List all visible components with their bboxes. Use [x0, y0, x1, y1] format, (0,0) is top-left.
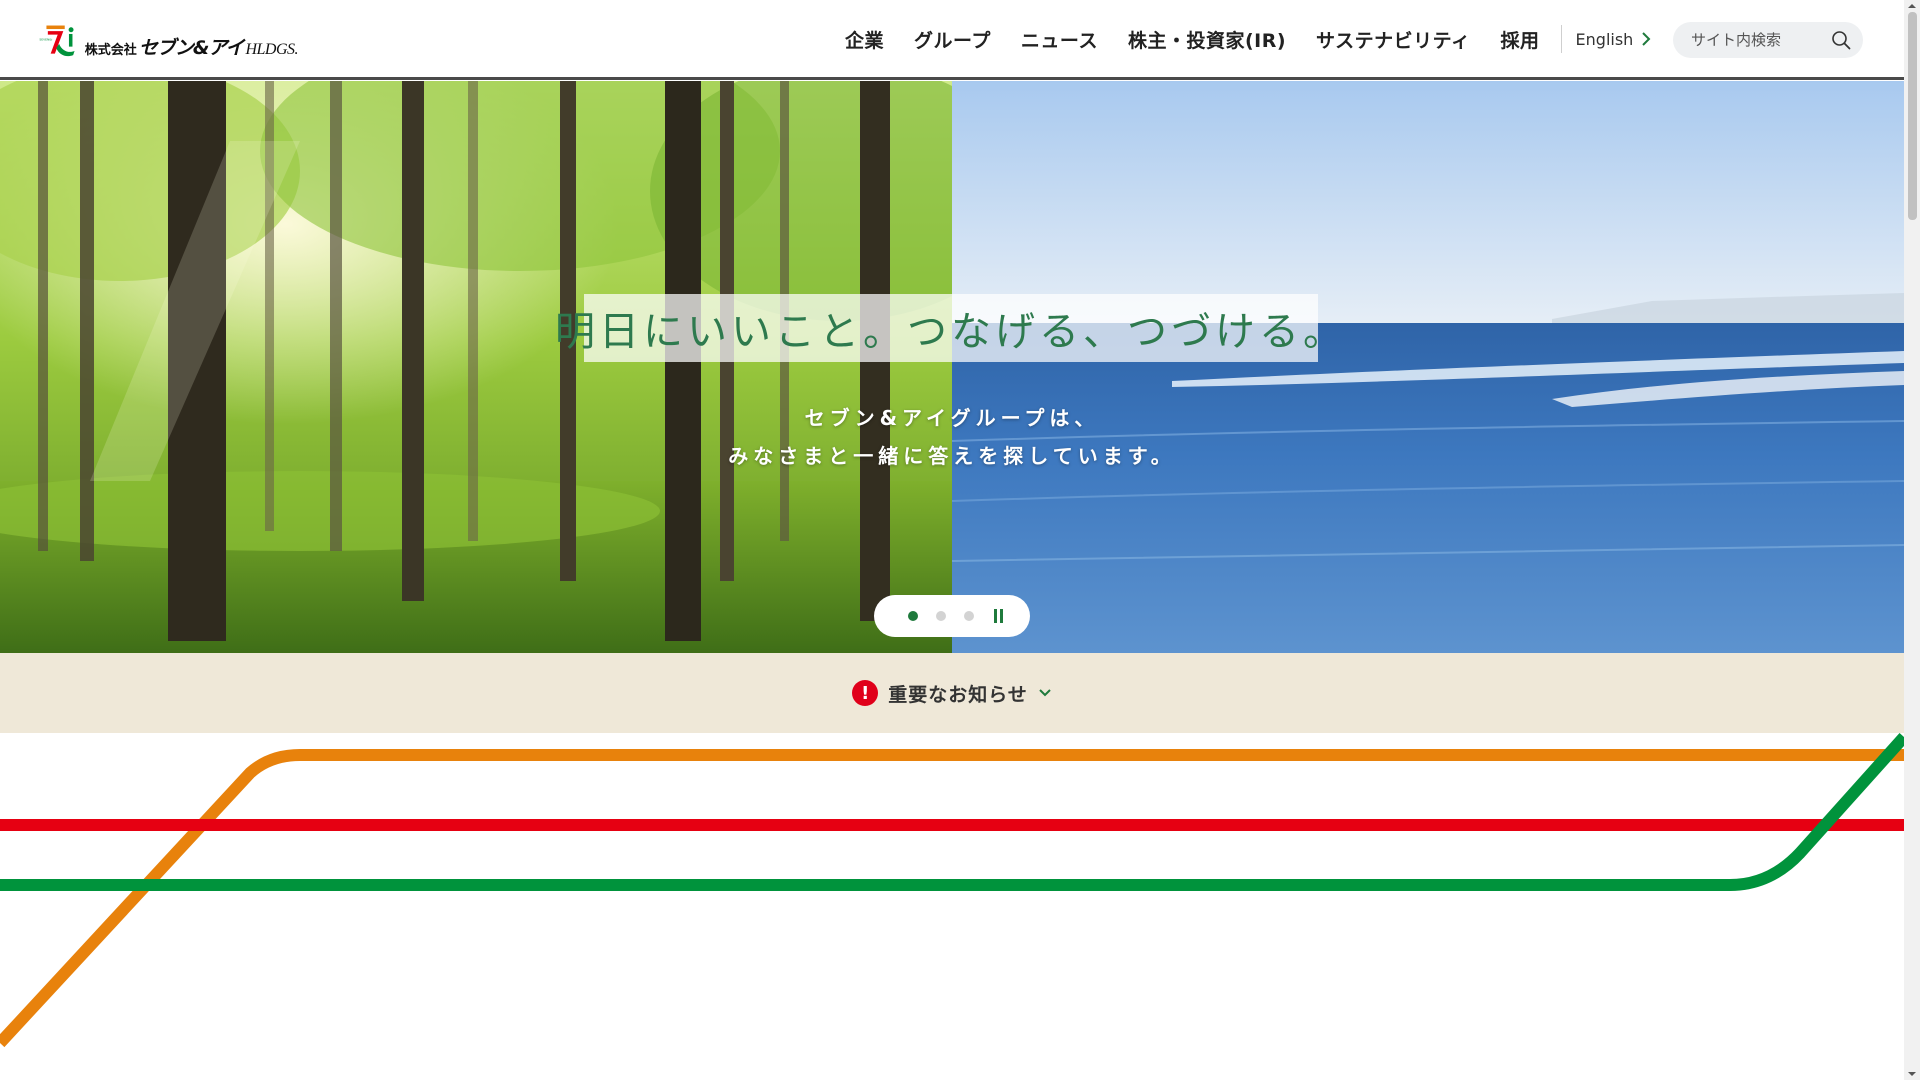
important-notice-toggle[interactable]: ! 重要なお知らせ	[0, 653, 1904, 733]
global-nav: 企業 グループ ニュース 株主・投資家(IR) サステナビリティ 採用 Engl…	[830, 0, 1651, 78]
nav-item-group[interactable]: グループ	[899, 26, 1006, 53]
logo-caption: SEVEN&i	[39, 37, 52, 41]
nav-item-company[interactable]: 企業	[830, 26, 899, 53]
nav-item-news[interactable]: ニュース	[1006, 26, 1113, 53]
hero-subtitle-line-2: みなさまと一緒に答えを探しています。	[728, 444, 1176, 468]
site-header: SEVEN&i 株式会社 セブン&アイ HLDGS. 企業 グループ ニュース …	[0, 0, 1904, 80]
site-search	[1673, 22, 1863, 58]
slide-dot-3[interactable]	[964, 611, 974, 621]
slide-dot-1[interactable]	[908, 611, 918, 621]
logo-prefix: 株式会社	[84, 42, 137, 58]
hero-tagline: 明日にいいこと。つなげる、つづける。	[555, 294, 1343, 362]
ocean-image	[952, 81, 1904, 653]
scrollbar-thumb[interactable]	[1908, 12, 1917, 220]
chevron-right-icon	[1642, 32, 1651, 46]
hero-subtitle-line-1: セブン&アイグループは、	[804, 406, 1100, 430]
logo-main: セブン&アイ	[138, 36, 245, 59]
search-input[interactable]	[1689, 30, 1829, 50]
exclamation-icon: !	[852, 680, 879, 706]
nav-item-sustainability[interactable]: サステナビリティ	[1301, 26, 1485, 53]
nav-divider	[1560, 25, 1562, 53]
nav-item-ir[interactable]: 株主・投資家(IR)	[1113, 26, 1301, 53]
site-logo[interactable]: SEVEN&i 株式会社 セブン&アイ HLDGS.	[38, 14, 298, 68]
forest-image	[0, 81, 952, 653]
chevron-down-icon	[1039, 689, 1051, 697]
scroll-up-icon[interactable]	[1908, 2, 1916, 10]
hero-slider: 明日にいいこと。つなげる、つづける。 セブン&アイグループは、 みなさまと一緒に…	[0, 81, 1904, 653]
search-icon[interactable]	[1831, 30, 1851, 50]
notice-label: 重要なお知らせ	[888, 683, 1028, 706]
pause-icon[interactable]	[991, 608, 1005, 624]
hero-subtitle: セブン&アイグループは、 みなさまと一緒に答えを探しています。	[652, 399, 1252, 475]
nav-item-recruit[interactable]: 採用	[1486, 26, 1555, 53]
english-link-label: English	[1575, 29, 1634, 49]
seven-i-logo-icon: SEVEN&i	[39, 25, 75, 57]
slide-dot-2[interactable]	[936, 611, 946, 621]
slider-controls	[874, 595, 1030, 637]
english-link[interactable]: English	[1576, 30, 1652, 49]
logo-wordmark: 株式会社 セブン&アイ HLDGS.	[84, 33, 299, 60]
logo-suffix: HLDGS.	[245, 40, 298, 58]
brand-lines-graphic	[0, 733, 1904, 1048]
orange-line	[0, 749, 1904, 1048]
scroll-down-icon[interactable]	[1908, 1070, 1916, 1078]
page-scrollbar[interactable]	[1904, 0, 1920, 1080]
